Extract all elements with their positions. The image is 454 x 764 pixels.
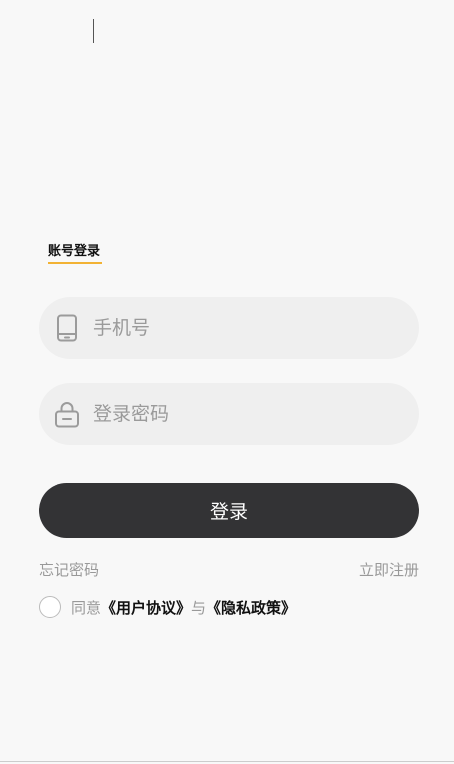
agreement-text: 同意《用户协议》与《隐私政策》 [71,597,296,618]
login-button[interactable]: 登录 [39,483,419,538]
tab-account-login[interactable]: 账号登录 [48,240,100,259]
password-field[interactable] [39,383,419,445]
agree-radio[interactable] [39,596,61,618]
login-page: 账号登录 登录 忘记密码 立即注册 同意《用户协议》与《隐私政策》 [0,0,454,764]
agreement-row: 同意《用户协议》与《隐私政策》 [39,594,296,620]
agreement-prefix: 同意 [71,598,102,617]
password-input[interactable] [93,383,393,445]
text-caret [93,19,94,43]
phone-input[interactable] [93,297,393,359]
user-agreement-link[interactable]: 《用户协议》 [101,599,191,617]
tab-active-indicator [48,262,102,264]
register-link[interactable]: 立即注册 [359,559,419,580]
forgot-password-link[interactable]: 忘记密码 [39,559,99,580]
phone-icon [57,314,77,342]
phone-field[interactable] [39,297,419,359]
lock-icon [55,402,79,428]
bottom-divider [0,761,454,762]
privacy-policy-link[interactable]: 《隐私政策》 [206,599,296,617]
agreement-connector: 与 [191,598,207,617]
